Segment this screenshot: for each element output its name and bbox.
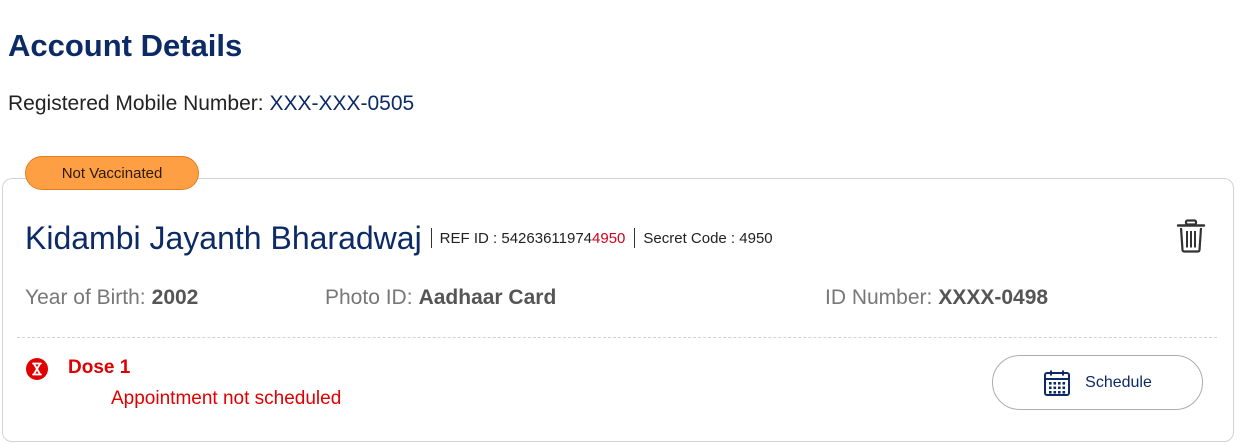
ref-id: REF ID : 542636119744950: [440, 230, 626, 247]
dose-status: Appointment not scheduled: [111, 388, 342, 409]
beneficiary-name: Kidambi Jayanth Bharadwaj: [25, 220, 422, 256]
mobile-label: Registered Mobile Number:: [8, 92, 264, 115]
status-badge-label: Not Vaccinated: [61, 164, 163, 182]
id-number-value: XXXX-0498: [938, 286, 1049, 309]
id-number: ID Number: XXXX-0498: [825, 284, 1048, 312]
calendar-icon: [1043, 369, 1071, 397]
page-title: Account Details: [8, 28, 243, 63]
photo-id-value: Aadhaar Card: [418, 286, 557, 309]
trash-icon[interactable]: [1176, 219, 1206, 253]
vaccination-status-badge: Not Vaccinated: [25, 156, 199, 190]
hourglass-icon: [26, 358, 48, 380]
secret-code: Secret Code : 4950: [643, 230, 772, 247]
secret-code-label: Secret Code :: [643, 229, 736, 247]
secret-code-value: 4950: [739, 229, 773, 247]
ref-id-prefix: 54263611974: [501, 229, 593, 247]
id-number-label: ID Number:: [825, 286, 933, 309]
schedule-button[interactable]: Schedule: [992, 355, 1203, 410]
dose-label: Dose 1: [68, 357, 131, 378]
photo-id: Photo ID: Aadhaar Card: [325, 284, 556, 312]
separator: [430, 228, 432, 248]
registered-mobile: Registered Mobile Number: XXX-XXX-0505: [8, 90, 414, 118]
separator: [634, 228, 636, 248]
mobile-value: XXX-XXX-0505: [269, 92, 415, 115]
year-of-birth-value: 2002: [151, 286, 199, 309]
beneficiary-header: Kidambi Jayanth Bharadwaj REF ID : 54263…: [25, 218, 773, 258]
photo-id-label: Photo ID:: [325, 286, 413, 309]
ref-id-label: REF ID :: [439, 229, 498, 247]
ref-id-value: 542636119744950: [501, 230, 625, 247]
ref-id-suffix: 4950: [592, 229, 626, 247]
divider: [17, 337, 1217, 338]
schedule-button-label: Schedule: [1085, 373, 1152, 391]
year-of-birth: Year of Birth: 2002: [25, 284, 198, 312]
year-of-birth-label: Year of Birth:: [25, 286, 146, 309]
